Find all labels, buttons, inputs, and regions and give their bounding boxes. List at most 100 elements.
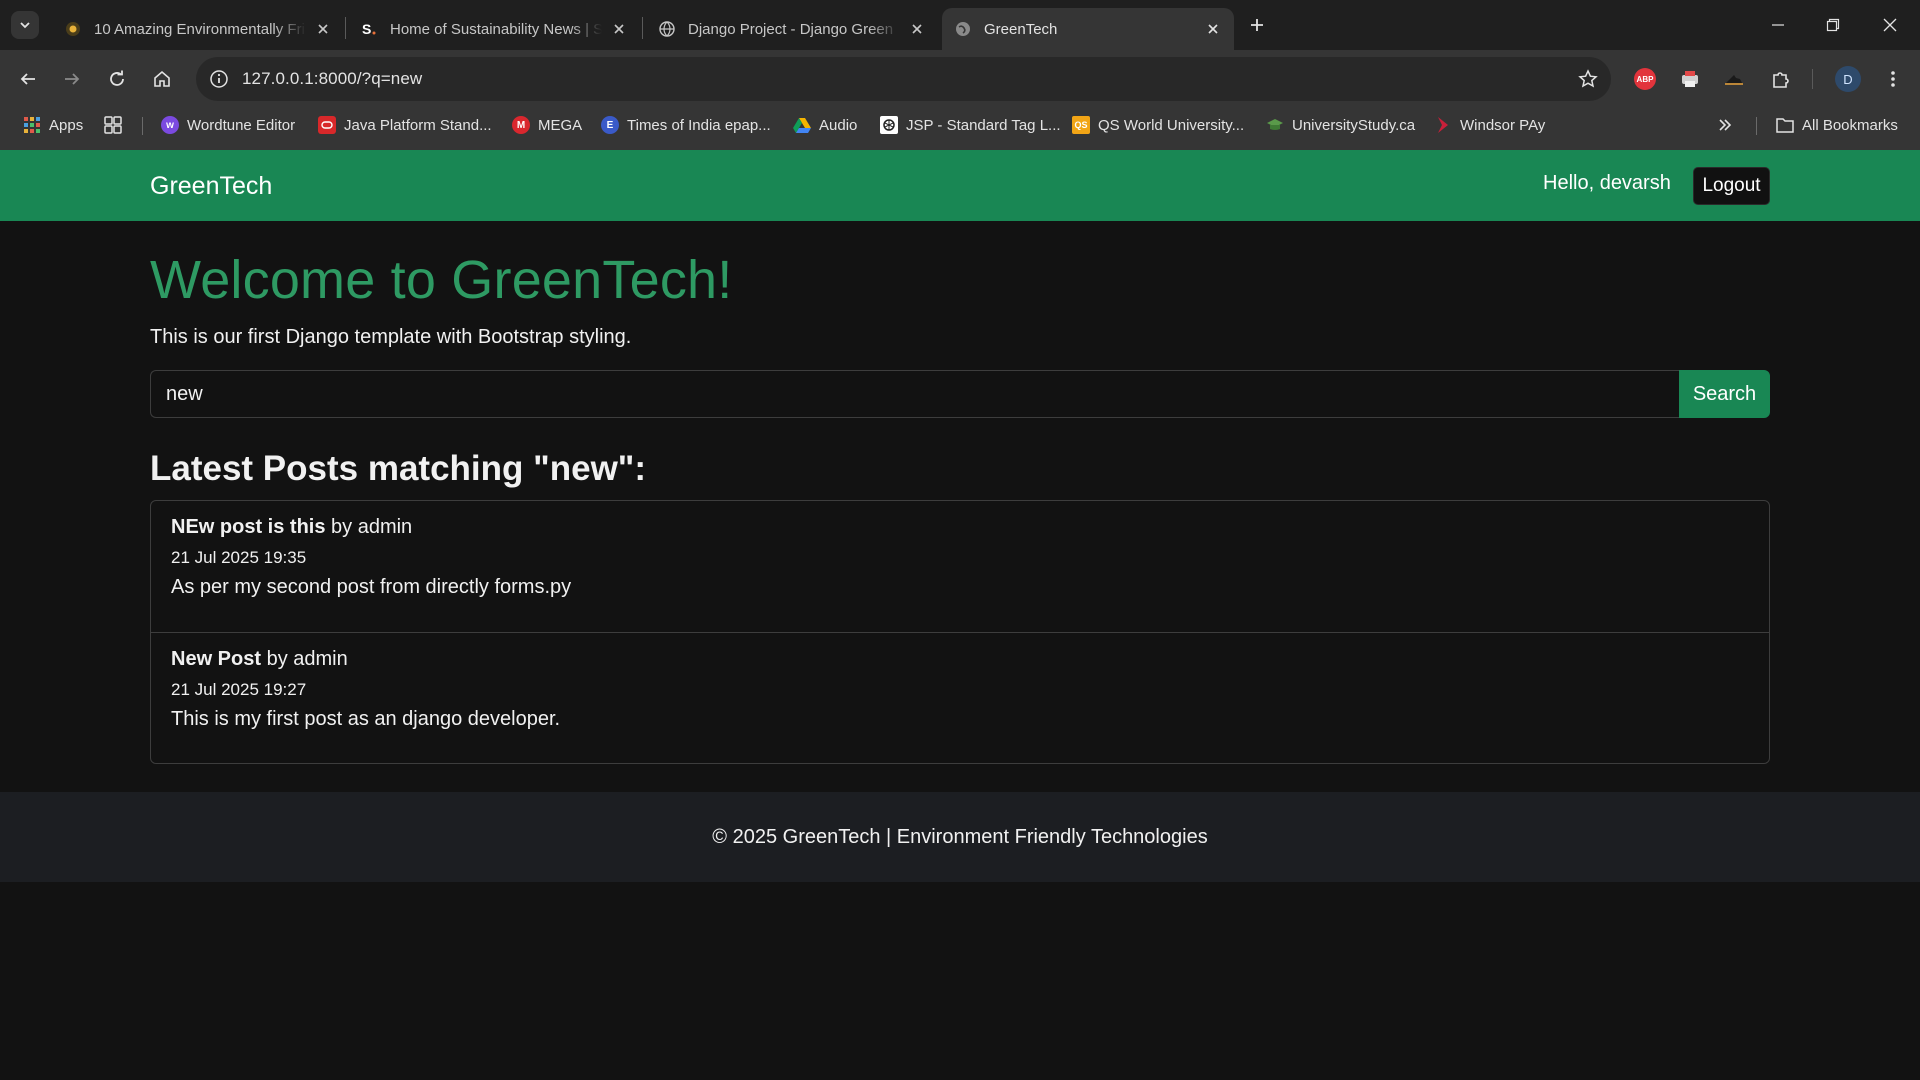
bookmark-universitystudy[interactable]: UniversityStudy.ca (1266, 108, 1415, 142)
close-tab-icon[interactable] (314, 20, 332, 38)
bookmark-label: Java Platform Stand... (344, 116, 492, 134)
printer-icon (1682, 71, 1698, 87)
mega-icon: M (512, 116, 530, 134)
bookmark-label: Windsor PAy (1460, 116, 1546, 134)
post-body: This is my first post as an django devel… (171, 708, 561, 730)
sun-favicon-icon (64, 20, 82, 38)
reload-button[interactable] (100, 62, 134, 96)
close-tab-icon[interactable] (908, 20, 926, 38)
globe-favicon-icon (954, 20, 972, 38)
close-icon (1883, 18, 1897, 32)
bookmark-label: Apps (49, 116, 84, 134)
post-body: As per my second post from directly form… (171, 576, 572, 598)
address-bar[interactable]: 127.0.0.1:8000/?q=new (196, 57, 1611, 101)
bookmark-mega[interactable]: M MEGA (512, 108, 582, 142)
double-chevron-right-icon (1719, 119, 1732, 131)
chevron-down-icon (20, 22, 30, 29)
search-input[interactable] (150, 370, 1680, 418)
more-vertical-icon (1891, 71, 1895, 87)
back-button[interactable] (11, 62, 45, 96)
results-heading: Latest Posts matching "new": (150, 449, 647, 488)
tab-search-button[interactable] (11, 11, 39, 39)
bookmark-label: Wordtune Editor (187, 116, 296, 134)
bookmark-jsp[interactable]: JSP - Standard Tag L... (880, 108, 1061, 142)
bookmark-label: QS World University... (1098, 116, 1245, 134)
close-tab-icon[interactable] (1204, 20, 1222, 38)
bookmark-tab-groups[interactable] (104, 108, 130, 142)
extension-printer-button[interactable] (1673, 62, 1707, 96)
restore-icon (1826, 18, 1840, 32)
windsor-icon (1434, 116, 1452, 134)
logout-button[interactable]: Logout (1693, 167, 1770, 205)
bookmarks-divider (142, 117, 143, 135)
post-author: by admin (331, 516, 413, 538)
navbar-brand[interactable]: GreenTech (150, 172, 272, 201)
openai-icon (880, 116, 898, 134)
adblock-extension-icon[interactable]: ABP (1634, 68, 1656, 90)
close-tab-icon[interactable] (610, 20, 628, 38)
profile-avatar[interactable]: D (1835, 66, 1861, 92)
tab-divider (345, 17, 346, 39)
bookmark-apps[interactable]: Apps (23, 108, 83, 142)
post-author: by admin (266, 648, 348, 670)
post-item: New Post by admin 21 Jul 2025 19:27 This… (151, 632, 1769, 763)
arrow-left-icon (20, 73, 35, 85)
tab-title: Home of Sustainability News | S (390, 20, 602, 38)
google-drive-icon (793, 116, 811, 134)
browser-tab-active[interactable]: GreenTech (942, 8, 1234, 50)
bookmarks-overflow-button[interactable] (1718, 108, 1732, 142)
tab-title: Django Project - Django Green (688, 20, 894, 38)
graduation-cap-icon (1266, 116, 1284, 134)
bookmark-audio[interactable]: Audio (793, 108, 857, 142)
bookmark-label: Times of India epap... (627, 116, 771, 134)
browser-tab-1[interactable]: 10 Amazing Environmentally Friendly (52, 8, 344, 50)
bookmark-windsor-pay[interactable]: Windsor PAy (1434, 108, 1545, 142)
bookmark-star-icon[interactable] (1577, 68, 1599, 90)
bookmark-qs-world[interactable]: QS QS World University... (1072, 108, 1244, 142)
site-navbar: GreenTech Hello, devarsh Logout (0, 150, 1920, 221)
user-greeting: Hello, devarsh (1543, 172, 1671, 194)
address-url: 127.0.0.1:8000/?q=new (242, 69, 423, 88)
chrome-menu-button[interactable] (1876, 62, 1910, 96)
browser-tab-2[interactable]: S Home of Sustainability News | S (348, 8, 640, 50)
new-tab-button[interactable] (1245, 13, 1269, 37)
bookmark-java[interactable]: Java Platform Stand... (318, 108, 492, 142)
post-date: 21 Jul 2025 19:35 (171, 548, 307, 567)
bookmark-times-of-india[interactable]: E Times of India epap... (601, 108, 771, 142)
reload-icon (110, 70, 124, 86)
all-bookmarks[interactable]: All Bookmarks (1776, 108, 1898, 142)
bookmarks-divider (1756, 117, 1757, 135)
plus-icon (1251, 19, 1263, 31)
tab-title: GreenTech (984, 20, 1058, 38)
browser-tab-strip: 10 Amazing Environmentally Friendly S Ho… (0, 0, 1920, 50)
bookmark-label: JSP - Standard Tag L... (906, 116, 1061, 134)
browser-toolbar: 127.0.0.1:8000/?q=new ABP D (0, 50, 1920, 108)
bookmark-label: MEGA (538, 116, 583, 134)
page-title: Welcome to GreenTech! (150, 250, 733, 310)
minimize-button[interactable] (1763, 10, 1793, 40)
extensions-button[interactable] (1764, 62, 1798, 96)
extension-hat-button[interactable] (1717, 62, 1751, 96)
minimize-icon (1772, 24, 1784, 26)
folder-icon (1776, 116, 1794, 134)
epaper-icon: E (601, 116, 619, 134)
puzzle-icon (1773, 72, 1789, 88)
bookmark-label: All Bookmarks (1802, 116, 1898, 134)
tab-groups-icon (104, 116, 122, 134)
site-info-icon[interactable] (208, 68, 230, 90)
bookmark-wordtune[interactable]: w Wordtune Editor (161, 108, 295, 142)
page-viewport: GreenTech Hello, devarsh Logout Welcome … (0, 150, 1920, 1080)
home-icon (154, 70, 170, 87)
forward-button[interactable] (55, 62, 89, 96)
browser-tab-3[interactable]: Django Project - Django Green (646, 8, 938, 50)
search-button[interactable]: Search (1679, 370, 1770, 418)
post-header: New Post by admin (171, 648, 348, 671)
bookmark-label: UniversityStudy.ca (1292, 116, 1416, 134)
home-button[interactable] (145, 62, 179, 96)
close-window-button[interactable] (1875, 10, 1905, 40)
apps-grid-icon (23, 116, 41, 134)
tab-divider (642, 17, 643, 39)
footer-text: © 2025 GreenTech | Environment Friendly … (712, 825, 1208, 848)
hat-icon (1725, 75, 1743, 85)
restore-button[interactable] (1818, 10, 1848, 40)
